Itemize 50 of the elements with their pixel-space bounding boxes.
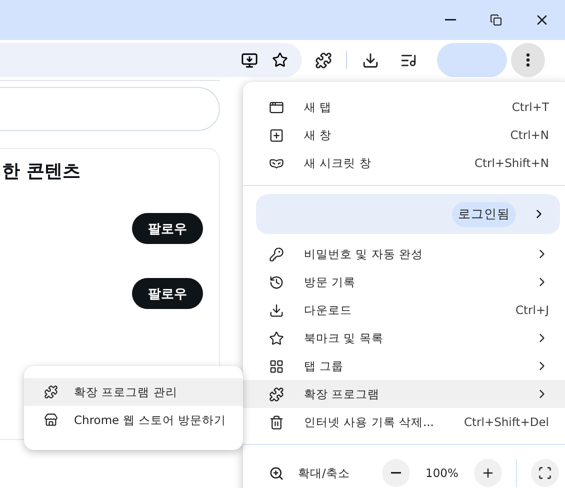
- menu-item[interactable]: 북마크 및 목록: [243, 324, 565, 352]
- menu-button[interactable]: [511, 43, 545, 77]
- menu-item[interactable]: 방문 기록: [243, 268, 565, 296]
- download-icon: [362, 52, 378, 68]
- minus-icon: [391, 472, 401, 474]
- puzzle-icon: [44, 385, 58, 399]
- restore-icon: [490, 14, 502, 26]
- menu-item[interactable]: 새 탭 Ctrl+T: [243, 93, 565, 121]
- puzzle-icon: [269, 386, 284, 402]
- fullscreen-icon: [538, 466, 552, 480]
- store-icon: [44, 413, 58, 427]
- menu-item[interactable]: 비밀번호 및 자동 완성: [243, 240, 565, 268]
- zoom-icon: [269, 466, 284, 480]
- zoom-in-button[interactable]: [474, 459, 502, 487]
- plus-icon: [481, 466, 495, 480]
- bookmark-star-icon[interactable]: [272, 52, 288, 68]
- menu-item[interactable]: 인터넷 사용 기록 삭제... Ctrl+Shift+Del: [243, 408, 565, 436]
- shortcut-text: Ctrl+J: [516, 303, 549, 317]
- menu-item[interactable]: 새 시크릿 창 Ctrl+Shift+N: [243, 149, 565, 177]
- zoom-label: 확대/축소: [298, 466, 350, 480]
- submenu-item[interactable]: Chrome 웹 스토어 방문하기: [24, 406, 243, 434]
- history-icon: [269, 274, 284, 290]
- more-icon: [526, 53, 530, 67]
- shortcut-text: Ctrl+Shift+Del: [464, 415, 549, 429]
- submenu-item[interactable]: 확장 프로그램 관리: [24, 378, 243, 406]
- signed-in-chip: 로그인됨: [452, 202, 516, 226]
- install-icon[interactable]: [241, 52, 258, 68]
- grid-icon: [269, 358, 284, 374]
- window-icon: [269, 100, 284, 114]
- follow-button[interactable]: 팔로우: [132, 278, 203, 309]
- follow-button[interactable]: 팔로우: [132, 213, 203, 244]
- trash-icon: [269, 414, 284, 430]
- menu-item[interactable]: 확장 프로그램: [243, 380, 565, 408]
- zoom-value: 100%: [424, 466, 460, 480]
- menu-item[interactable]: 탭 그룹: [243, 352, 565, 380]
- menu-item[interactable]: 다운로드 Ctrl+J: [243, 296, 565, 324]
- new-window-icon: [269, 128, 284, 142]
- menu-item[interactable]: 새 창 Ctrl+N: [243, 121, 565, 149]
- minimize-icon: [444, 19, 456, 21]
- shortcut-text: Ctrl+N: [510, 128, 549, 142]
- search-field[interactable]: [0, 87, 220, 131]
- download-icon: [269, 302, 284, 318]
- section-heading: 한 콘텐츠: [2, 160, 80, 183]
- fullscreen-button[interactable]: [531, 459, 559, 487]
- star-icon: [269, 330, 284, 346]
- puzzle-icon: [314, 52, 332, 68]
- shortcut-text: Ctrl+Shift+N: [474, 156, 549, 170]
- key-icon: [269, 246, 284, 262]
- shortcut-text: Ctrl+T: [512, 100, 549, 114]
- profile-row[interactable]: 로그인됨: [256, 194, 560, 234]
